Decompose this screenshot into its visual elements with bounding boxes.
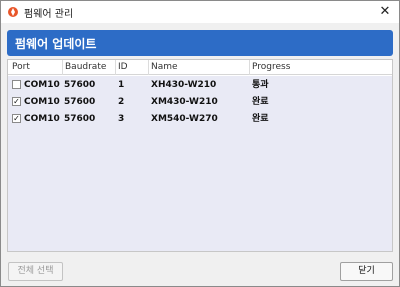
column-header-baudrate[interactable]: Baudrate — [65, 61, 106, 74]
title-bar: 펌웨어 관리 ✕ — [1, 1, 399, 23]
cell-port: COM10 — [24, 97, 60, 107]
column-divider[interactable] — [62, 60, 63, 75]
column-header-id[interactable]: ID — [118, 61, 128, 74]
table-row[interactable]: COM10 57600 1 XH430-W210 통과 — [8, 77, 392, 93]
column-divider[interactable] — [115, 60, 116, 75]
table-header: Port Baudrate ID Name Progress — [8, 60, 392, 75]
firmware-manager-window: 펌웨어 관리 ✕ 펌웨어 업데이트 Port Baudrate ID Name … — [0, 0, 400, 287]
cell-id: 3 — [118, 114, 125, 124]
cell-id: 2 — [118, 97, 125, 107]
column-header-port[interactable]: Port — [12, 61, 30, 74]
cell-progress: 통과 — [252, 80, 269, 90]
column-divider[interactable] — [148, 60, 149, 75]
section-header: 펌웨어 업데이트 — [7, 30, 393, 56]
cell-name: XM540-W270 — [151, 114, 218, 124]
cell-port: COM10 — [24, 80, 60, 90]
table-body: COM10 57600 1 XH430-W210 통과 ✓ COM10 5760… — [8, 76, 392, 251]
column-header-name[interactable]: Name — [151, 61, 178, 74]
cell-name: XH430-W210 — [151, 80, 217, 90]
cell-baudrate: 57600 — [64, 114, 96, 124]
cell-name: XM430-W210 — [151, 97, 218, 107]
cell-baudrate: 57600 — [64, 80, 96, 90]
select-all-button[interactable]: 전체 선택 — [8, 262, 63, 281]
cell-progress: 완료 — [252, 97, 269, 107]
row-checkbox[interactable]: ✓ — [12, 114, 21, 123]
section-header-title: 펌웨어 업데이트 — [15, 37, 97, 51]
cell-baudrate: 57600 — [64, 97, 96, 107]
close-button[interactable]: 닫기 — [340, 262, 393, 281]
app-logo-icon — [8, 7, 18, 17]
cell-port: COM10 — [24, 114, 60, 124]
column-divider[interactable] — [249, 60, 250, 75]
cell-id: 1 — [118, 80, 125, 90]
column-header-progress[interactable]: Progress — [252, 61, 290, 74]
table-row[interactable]: ✓ COM10 57600 2 XM430-W210 완료 — [8, 94, 392, 110]
row-checkbox[interactable]: ✓ — [12, 97, 21, 106]
cell-progress: 완료 — [252, 114, 269, 124]
row-checkbox[interactable] — [12, 80, 21, 89]
table-row[interactable]: ✓ COM10 57600 3 XM540-W270 완료 — [8, 111, 392, 127]
window-title: 펌웨어 관리 — [24, 9, 74, 20]
firmware-table: Port Baudrate ID Name Progress COM10 576… — [7, 59, 393, 252]
close-icon[interactable]: ✕ — [375, 2, 395, 22]
